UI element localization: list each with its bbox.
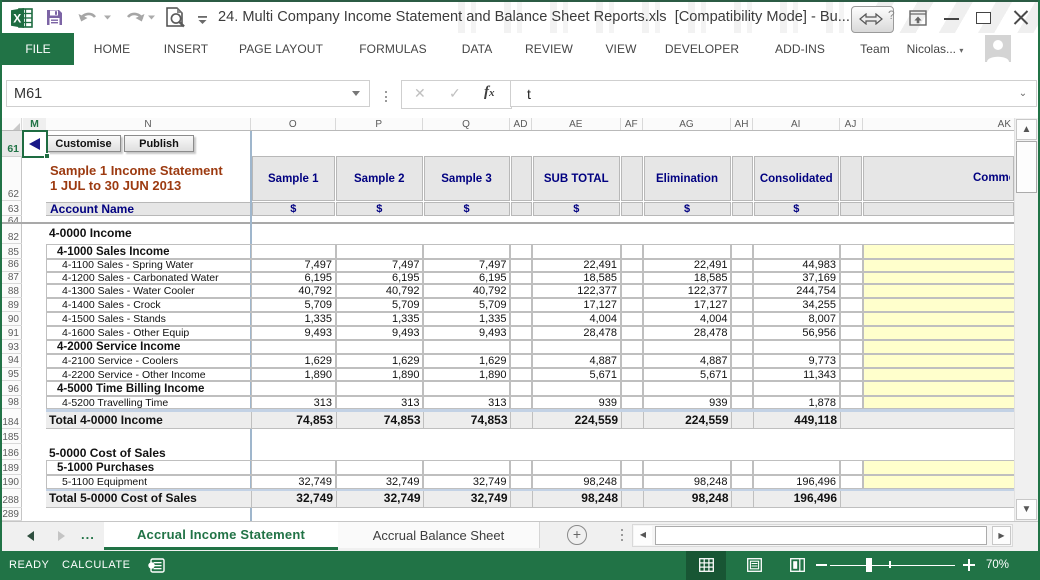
svg-text:X: X xyxy=(13,12,21,26)
